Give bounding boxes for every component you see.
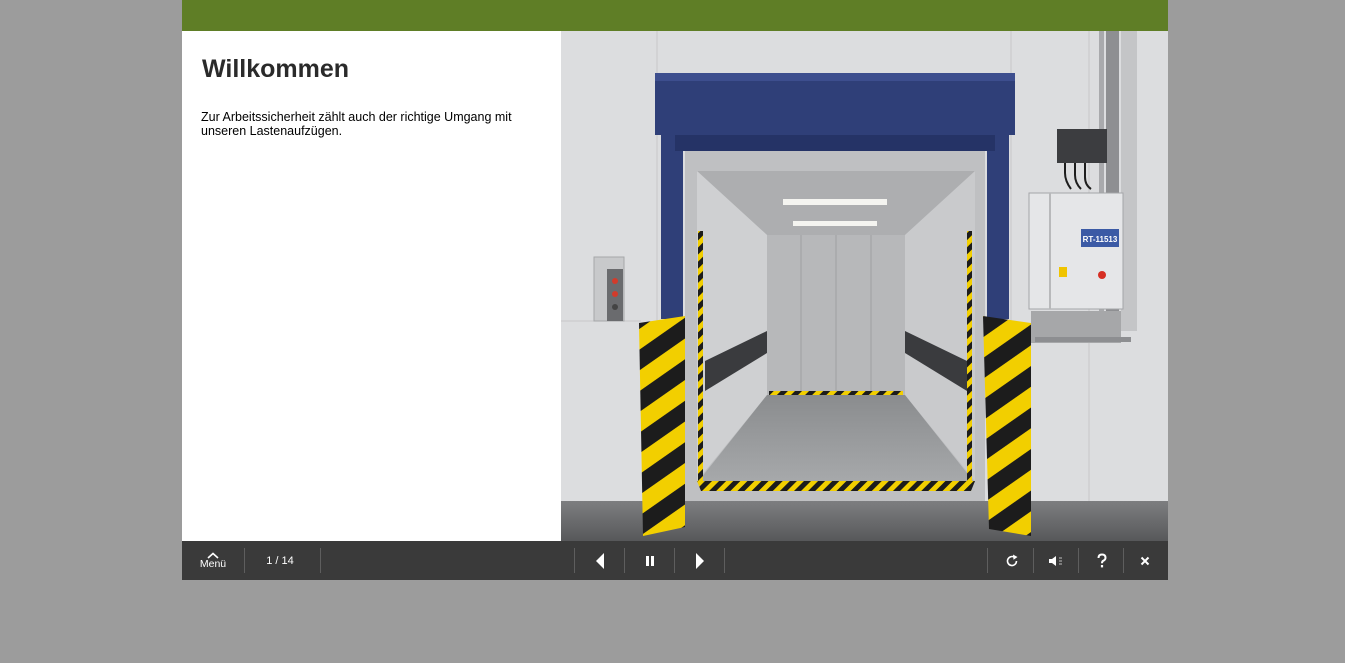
course-player: Willkommen Zur Arbeitssicherheit zählt a… (182, 0, 1168, 580)
help-icon (1097, 552, 1107, 567)
separator (674, 548, 675, 573)
slide-text: Zur Arbeitssicherheit zählt auch der ric… (201, 110, 512, 138)
next-icon (696, 552, 704, 569)
equipment-label: RT-11513 (1083, 235, 1118, 244)
next-button[interactable] (680, 541, 720, 580)
text-panel: Willkommen Zur Arbeitssicherheit zählt a… (182, 31, 561, 541)
menu-label: Menü (199, 557, 227, 570)
pause-icon (646, 555, 654, 566)
separator (1078, 548, 1079, 573)
separator (987, 548, 988, 573)
pause-button[interactable] (630, 541, 670, 580)
page-separator: / (272, 554, 282, 567)
replay-icon (1006, 554, 1018, 566)
separator (1033, 548, 1034, 573)
page-total: 14 (281, 554, 294, 567)
separator (1123, 548, 1124, 573)
freight-elevator-photo: RT-11513 (561, 31, 1168, 541)
sound-icon (1049, 555, 1062, 566)
close-button[interactable] (1126, 541, 1164, 580)
separator (244, 548, 245, 573)
replay-button[interactable] (992, 541, 1032, 580)
previous-icon (596, 552, 604, 569)
separator (624, 548, 625, 573)
slide-title: Willkommen (202, 55, 350, 83)
separator (724, 548, 725, 573)
help-button[interactable] (1082, 541, 1122, 580)
page-counter: 1 / 14 (254, 541, 306, 580)
menu-button[interactable]: Menü (192, 541, 234, 580)
separator (320, 548, 321, 573)
playback-control-bar: Menü 1 / 14 (182, 541, 1168, 580)
top-bar (182, 0, 1168, 31)
separator (574, 548, 575, 573)
close-icon (1140, 556, 1150, 565)
previous-button[interactable] (580, 541, 620, 580)
sound-button[interactable] (1037, 541, 1077, 580)
